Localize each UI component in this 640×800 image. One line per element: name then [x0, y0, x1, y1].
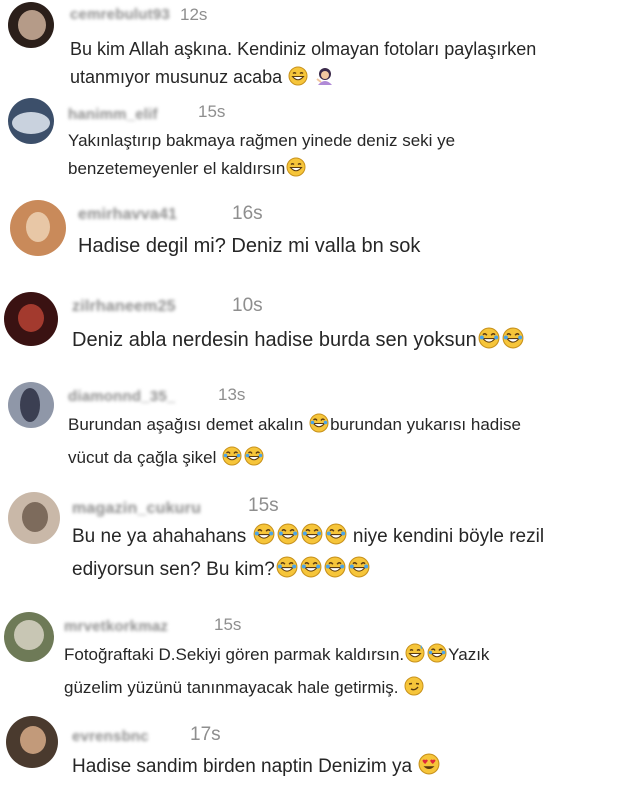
comment-item: zilrhaneem25 10s Deniz abla nerdesin had… [0, 280, 640, 370]
comment-time: 16s [232, 203, 263, 224]
avatar[interactable] [4, 292, 58, 346]
avatar[interactable] [8, 2, 54, 48]
smirk-emoji-icon [404, 676, 424, 706]
heart-eyes-emoji-icon [418, 753, 440, 785]
comment-username[interactable]: zilrhaneem25 [72, 298, 176, 316]
comment-item: cemrebulut93 12s Bu kim Allah aşkına. Ke… [0, 0, 640, 92]
comment-time: 17s [190, 724, 221, 745]
joy-emoji-icon [276, 556, 298, 588]
comment-item: magazin_cukuru 15s Bu ne ya ahahahans ni… [0, 480, 640, 600]
grin-emoji-icon [288, 66, 308, 94]
avatar[interactable] [6, 716, 58, 768]
comment-time: 12s [180, 5, 208, 24]
comment-text: Hadise degil mi? Deniz mi valla bn sok [78, 235, 421, 257]
avatar[interactable] [8, 382, 54, 428]
comment-username[interactable]: emirhavva41 [78, 206, 177, 224]
comment-username[interactable]: hanimm_elif [68, 106, 158, 123]
joy-emoji-icon [300, 556, 322, 588]
joy-emoji-icon [309, 413, 329, 443]
joy-emoji-icon [253, 523, 275, 555]
comment-item: emirhavva41 16s Hadise degil mi? Deniz m… [0, 188, 640, 280]
comment-username[interactable]: diamonnd_35_ [68, 388, 175, 405]
joy-emoji-icon [222, 446, 242, 476]
comment-username[interactable]: cemrebulut93 [70, 6, 170, 23]
avatar[interactable] [8, 492, 60, 544]
joy-emoji-icon [427, 643, 447, 673]
comment-text: Fotoğraftaki D.Sekiyi gören parmak kaldı… [64, 640, 489, 706]
comment-time: 13s [218, 385, 246, 404]
joy-emoji-icon [348, 556, 370, 588]
comment-item: hanimm_elif 15s Yakınlaştırıp bakmaya ra… [0, 92, 640, 188]
joy-emoji-icon [325, 523, 347, 555]
comment-item: diamonnd_35_ 13s Burundan aşağısı demet … [0, 370, 640, 480]
sweat-smile-emoji-icon [405, 643, 425, 673]
grin-emoji-icon [286, 157, 306, 186]
comment-text: Bu kim Allah aşkına. Kendiniz olmayan fo… [70, 35, 536, 94]
comment-username[interactable]: evrensbnc [72, 728, 149, 745]
joy-emoji-icon [277, 523, 299, 555]
avatar[interactable] [8, 98, 54, 144]
comment-username[interactable]: mrvetkorkmaz [64, 618, 168, 635]
comment-text: Yakınlaştırıp bakmaya rağmen yinede deni… [68, 127, 455, 186]
comment-text: Deniz abla nerdesin hadise burda sen yok… [72, 325, 525, 358]
comment-text: Burundan aşağısı demet akalın burundan y… [68, 410, 521, 476]
woman-gesture-emoji-icon [315, 66, 335, 94]
joy-emoji-icon [301, 523, 323, 555]
comment-item: evrensbnc 17s Hadise sandim birden napti… [0, 704, 640, 800]
comment-time: 15s [214, 615, 242, 634]
comment-time: 15s [198, 102, 226, 121]
comment-time: 10s [232, 295, 263, 316]
comment-text: Hadise sandim birden naptin Denizim ya [72, 752, 441, 785]
avatar[interactable] [10, 200, 66, 256]
avatar[interactable] [4, 612, 54, 662]
comment-item: mrvetkorkmaz 15s Fotoğraftaki D.Sekiyi g… [0, 600, 640, 704]
comment-username[interactable]: magazin_cukuru [72, 500, 201, 518]
joy-emoji-icon [244, 446, 264, 476]
joy-emoji-icon [324, 556, 346, 588]
joy-emoji-icon [478, 327, 500, 358]
comment-text: Bu ne ya ahahahans niye kendini böyle re… [72, 522, 544, 588]
comment-time: 15s [248, 495, 279, 516]
joy-emoji-icon [502, 327, 524, 358]
